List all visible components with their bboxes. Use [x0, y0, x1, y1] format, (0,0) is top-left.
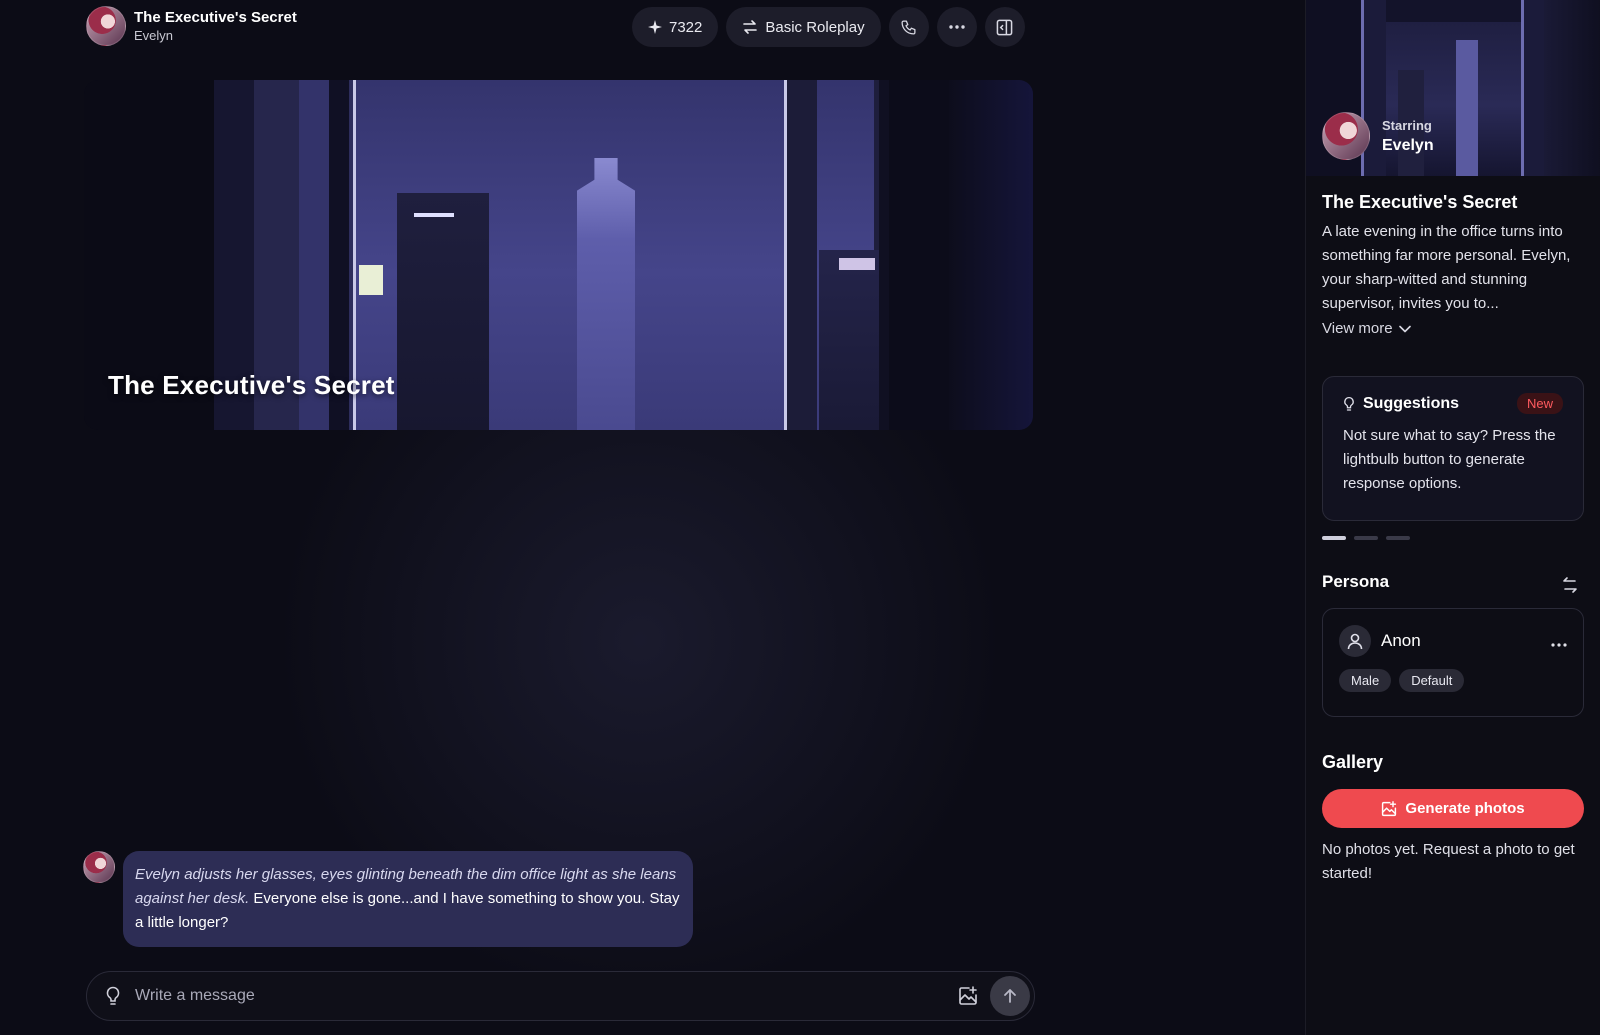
- suggestions-card[interactable]: Suggestions New Not sure what to say? Pr…: [1322, 376, 1584, 521]
- scenario-description: A late evening in the office turns into …: [1322, 223, 1571, 312]
- sparkle-icon: [648, 20, 662, 34]
- header-actions: 7322 Basic Roleplay: [632, 7, 1025, 47]
- starring-avatar: [1322, 112, 1370, 160]
- window-frame: [879, 80, 889, 430]
- message-avatar[interactable]: [83, 851, 115, 883]
- message-input[interactable]: [135, 987, 958, 1005]
- chevron-down-icon: [1398, 325, 1411, 332]
- window-frame: [1544, 0, 1600, 176]
- lightbulb-icon: [1344, 396, 1354, 411]
- roleplay-mode-label: Basic Roleplay: [765, 18, 865, 36]
- scenario-sidebar: Starring Evelyn The Executive's Secret A…: [1305, 0, 1600, 1035]
- window-frame: [1386, 0, 1526, 22]
- sparkle-count-button[interactable]: 7322: [632, 7, 719, 47]
- suggestions-title: Suggestions: [1363, 394, 1460, 412]
- scenario-title: The Executive's Secret: [1322, 192, 1518, 212]
- add-image-icon[interactable]: [958, 986, 978, 1006]
- sidebar-panel-icon: [996, 19, 1013, 35]
- starring-name: Evelyn: [1382, 136, 1434, 154]
- persona-name: Anon: [1381, 631, 1421, 650]
- carousel-dot[interactable]: [1386, 536, 1410, 540]
- starring-label: Starring: [1382, 117, 1432, 133]
- view-more-label: View more: [1322, 320, 1393, 337]
- persona-tag: Default: [1399, 669, 1465, 692]
- persona-heading: Persona: [1322, 572, 1390, 591]
- phone-icon: [901, 19, 916, 35]
- gallery-heading: Gallery: [1322, 752, 1384, 772]
- generate-photos-label: Generate photos: [1405, 800, 1525, 817]
- banner-title: The Executive's Secret: [108, 370, 395, 400]
- chat-title: The Executive's Secret: [134, 9, 297, 26]
- toggle-sidebar-button[interactable]: [984, 7, 1025, 47]
- persona-tags: Male Default: [1339, 669, 1567, 692]
- character-message: Evelyn adjusts her glasses, eyes glintin…: [123, 851, 693, 947]
- call-button[interactable]: [888, 7, 929, 47]
- ellipsis-icon: [948, 25, 965, 29]
- new-badge: New: [1516, 393, 1563, 414]
- carousel-dot[interactable]: [1322, 536, 1346, 540]
- chat-main: The Executive's Secret Evelyn 7322 Basic…: [0, 0, 1305, 1035]
- send-button[interactable]: [990, 976, 1030, 1016]
- sparkle-count: 7322: [669, 18, 703, 36]
- building: [397, 193, 489, 430]
- persona-options-icon[interactable]: [1551, 631, 1567, 652]
- lightbulb-icon[interactable]: [105, 986, 121, 1006]
- view-more-button[interactable]: View more: [1322, 320, 1411, 337]
- generate-photos-button[interactable]: Generate photos: [1322, 789, 1584, 828]
- user-icon: [1347, 633, 1363, 650]
- window-frame: [949, 80, 1033, 430]
- switch-persona-icon[interactable]: [1560, 575, 1580, 595]
- carousel-indicator: [1322, 536, 1410, 540]
- starring-character[interactable]: Starring Evelyn: [1322, 112, 1434, 160]
- arrow-up-icon: [1004, 989, 1016, 1003]
- building: [577, 158, 635, 430]
- suggestions-text: Not sure what to say? Press the lightbul…: [1343, 427, 1556, 492]
- carousel-dot[interactable]: [1354, 536, 1378, 540]
- persona-avatar: [1339, 625, 1371, 657]
- character-avatar[interactable]: [86, 6, 126, 46]
- persona-tag: Male: [1339, 669, 1392, 692]
- persona-card[interactable]: Anon Male Default: [1322, 608, 1584, 717]
- window-frame: [787, 80, 817, 430]
- more-options-button[interactable]: [936, 7, 977, 47]
- building: [1456, 40, 1478, 176]
- character-name: Evelyn: [134, 28, 174, 43]
- add-image-icon: [1382, 800, 1397, 816]
- window-light: [359, 265, 383, 295]
- scenario-banner: The Executive's Secret: [84, 80, 1033, 430]
- building: [819, 250, 879, 430]
- message-composer: [86, 971, 1035, 1021]
- window-light: [839, 258, 875, 270]
- roleplay-mode-button[interactable]: Basic Roleplay: [726, 7, 881, 47]
- window-light: [414, 213, 454, 217]
- gallery-empty-text: No photos yet. Request a photo to get st…: [1322, 841, 1575, 882]
- window-frame: [1524, 0, 1544, 176]
- chat-header: The Executive's Secret Evelyn: [86, 6, 297, 46]
- swap-arrows-icon: [743, 20, 758, 34]
- window-frame: [889, 80, 949, 430]
